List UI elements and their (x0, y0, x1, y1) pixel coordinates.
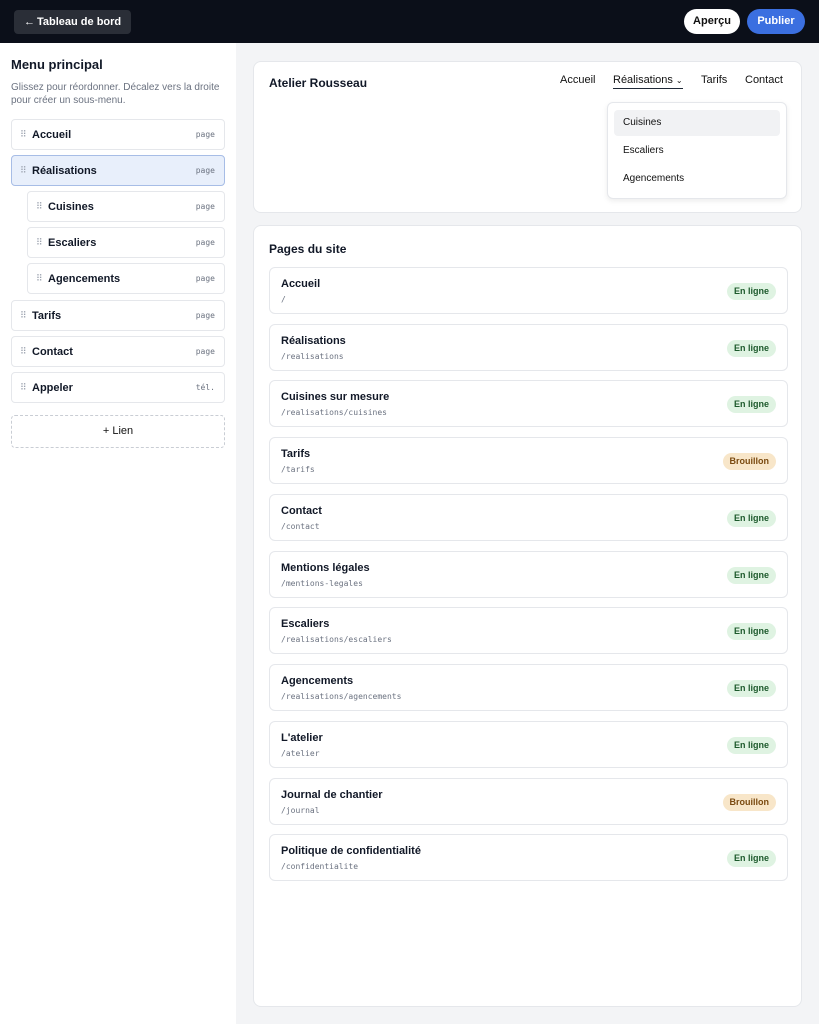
status-badge: En ligne (726, 737, 776, 754)
menu-sidebar: Menu principal Glissez pour réordonner. … (0, 43, 236, 1024)
drag-handle-icon[interactable]: ⠿ (20, 382, 32, 393)
preview-nav-realisations[interactable]: Réalisations ⌄ (613, 74, 683, 89)
dropdown-item-escaliers[interactable]: Escaliers (614, 138, 780, 164)
menu-item-label: Cuisines (48, 200, 94, 213)
drag-handle-icon[interactable]: ⠿ (20, 346, 32, 357)
back-to-dashboard-button[interactable]: ← Tableau de bord (14, 10, 132, 34)
menu-item-type: page (195, 274, 215, 283)
page-row[interactable]: Politique de confidentialité /confidenti… (269, 834, 788, 881)
page-title: Tarifs (281, 448, 311, 460)
pages-title: Pages du site (269, 242, 347, 256)
menu-item-accueil[interactable]: ⠿ Accueil page (11, 119, 225, 150)
submenu-item-agencements[interactable]: ⠿ Agencements page (27, 263, 225, 294)
page-title: Contact (281, 505, 322, 517)
preview-nav-tarifs[interactable]: Tarifs (701, 74, 727, 86)
page-title: Agencements (281, 675, 354, 687)
status-badge: Brouillon (722, 453, 776, 470)
drag-handle-icon[interactable]: ⠿ (20, 165, 32, 176)
status-badge: En ligne (726, 283, 776, 300)
status-badge: En ligne (726, 680, 776, 697)
submenu-dropdown: Cuisines Escaliers Agencements (607, 102, 787, 199)
preview-nav-accueil[interactable]: Accueil (560, 74, 595, 86)
menu-item-type: page (195, 202, 215, 211)
menu-item-type: page (195, 166, 215, 175)
page-row[interactable]: Escaliers /realisations/escaliers En lig… (269, 607, 788, 654)
menu-item-label: Accueil (32, 128, 72, 141)
menu-item-tarifs[interactable]: ⠿ Tarifs page (11, 300, 225, 331)
page-title: Réalisations (281, 335, 346, 347)
page-row[interactable]: Réalisations /realisations En ligne (269, 324, 788, 371)
chevron-down-icon: ⌄ (675, 76, 683, 85)
page-path: /contact (281, 522, 320, 531)
menu-item-type: page (195, 130, 215, 139)
status-badge: En ligne (726, 567, 776, 584)
menu-item-type: tél. (195, 383, 215, 392)
menu-item-contact[interactable]: ⠿ Contact page (11, 336, 225, 367)
menu-item-realisations[interactable]: ⠿ Réalisations page (11, 155, 225, 186)
page-row[interactable]: Tarifs /tarifs Brouillon (269, 437, 788, 484)
menu-item-type: page (195, 347, 215, 356)
menu-item-appeler[interactable]: ⠿ Appeler tél. (11, 372, 225, 403)
site-name: Atelier Rousseau (269, 76, 368, 90)
page-path: / (281, 295, 286, 304)
page-path: /tarifs (281, 465, 315, 474)
drag-handle-icon[interactable]: ⠿ (20, 310, 32, 321)
page-title: Cuisines sur mesure (281, 391, 390, 403)
status-badge: En ligne (726, 396, 776, 413)
drag-handle-icon[interactable]: ⠿ (36, 237, 48, 248)
page-title: Politique de confidentialité (281, 845, 421, 857)
menu-item-type: page (195, 238, 215, 247)
page-path: /atelier (281, 749, 320, 758)
sidebar-title: Menu principal (11, 57, 103, 72)
page-path: /journal (281, 806, 320, 815)
page-row[interactable]: L'atelier /atelier En ligne (269, 721, 788, 768)
back-button-label: Tableau de bord (37, 16, 122, 28)
drag-handle-icon[interactable]: ⠿ (36, 201, 48, 212)
status-badge: En ligne (726, 850, 776, 867)
menu-item-label: Agencements (48, 272, 121, 285)
drag-handle-icon[interactable]: ⠿ (20, 129, 32, 140)
add-link-button[interactable]: + Lien (11, 415, 225, 448)
page-row[interactable]: Accueil / En ligne (269, 267, 788, 314)
menu-item-label: Contact (32, 345, 73, 358)
status-badge: En ligne (726, 340, 776, 357)
page-path: /realisations/escaliers (281, 635, 392, 644)
menu-item-label: Réalisations (32, 164, 97, 177)
sidebar-hint: Glissez pour réordonner. Décalez vers la… (11, 82, 220, 106)
page-path: /confidentialite (281, 862, 359, 871)
page-title: Escaliers (281, 618, 330, 630)
top-bar: ← Tableau de bord Aperçu Publier (0, 0, 819, 43)
status-badge: En ligne (726, 623, 776, 640)
submenu-item-escaliers[interactable]: ⠿ Escaliers page (27, 227, 225, 258)
arrow-left-icon: ← (24, 16, 35, 28)
preview-nav-contact[interactable]: Contact (745, 74, 783, 86)
page-row[interactable]: Contact /contact En ligne (269, 494, 788, 541)
page-title: Mentions légales (281, 562, 370, 574)
page-title: Accueil (281, 278, 321, 290)
menu-item-label: Appeler (32, 381, 73, 394)
drag-handle-icon[interactable]: ⠿ (36, 273, 48, 284)
page-path: /realisations/agencements (281, 692, 402, 701)
submenu-item-cuisines[interactable]: ⠿ Cuisines page (27, 191, 225, 222)
page-row[interactable]: Mentions légales /mentions-legales En li… (269, 551, 788, 598)
page-row[interactable]: Cuisines sur mesure /realisations/cuisin… (269, 380, 788, 427)
dropdown-item-cuisines[interactable]: Cuisines (614, 110, 780, 136)
page-path: /realisations/cuisines (281, 408, 387, 417)
page-title: L'atelier (281, 732, 323, 744)
page-title: Journal de chantier (281, 789, 383, 801)
preview-button[interactable]: Aperçu (684, 9, 740, 34)
page-path: /realisations (281, 352, 344, 361)
page-path: /mentions-legales (281, 579, 363, 588)
status-badge: Brouillon (722, 794, 776, 811)
page-row[interactable]: Agencements /realisations/agencements En… (269, 664, 788, 711)
dropdown-item-agencements[interactable]: Agencements (614, 166, 780, 192)
menu-item-type: page (195, 311, 215, 320)
page-row[interactable]: Journal de chantier /journal Brouillon (269, 778, 788, 825)
preview-nav-label: Réalisations (613, 74, 673, 86)
menu-item-label: Tarifs (32, 309, 62, 322)
menu-item-label: Escaliers (48, 236, 97, 249)
publish-button[interactable]: Publier (747, 9, 805, 34)
pages-panel: Pages du site Accueil / En ligne Réalisa… (253, 225, 802, 1007)
status-badge: En ligne (726, 510, 776, 527)
